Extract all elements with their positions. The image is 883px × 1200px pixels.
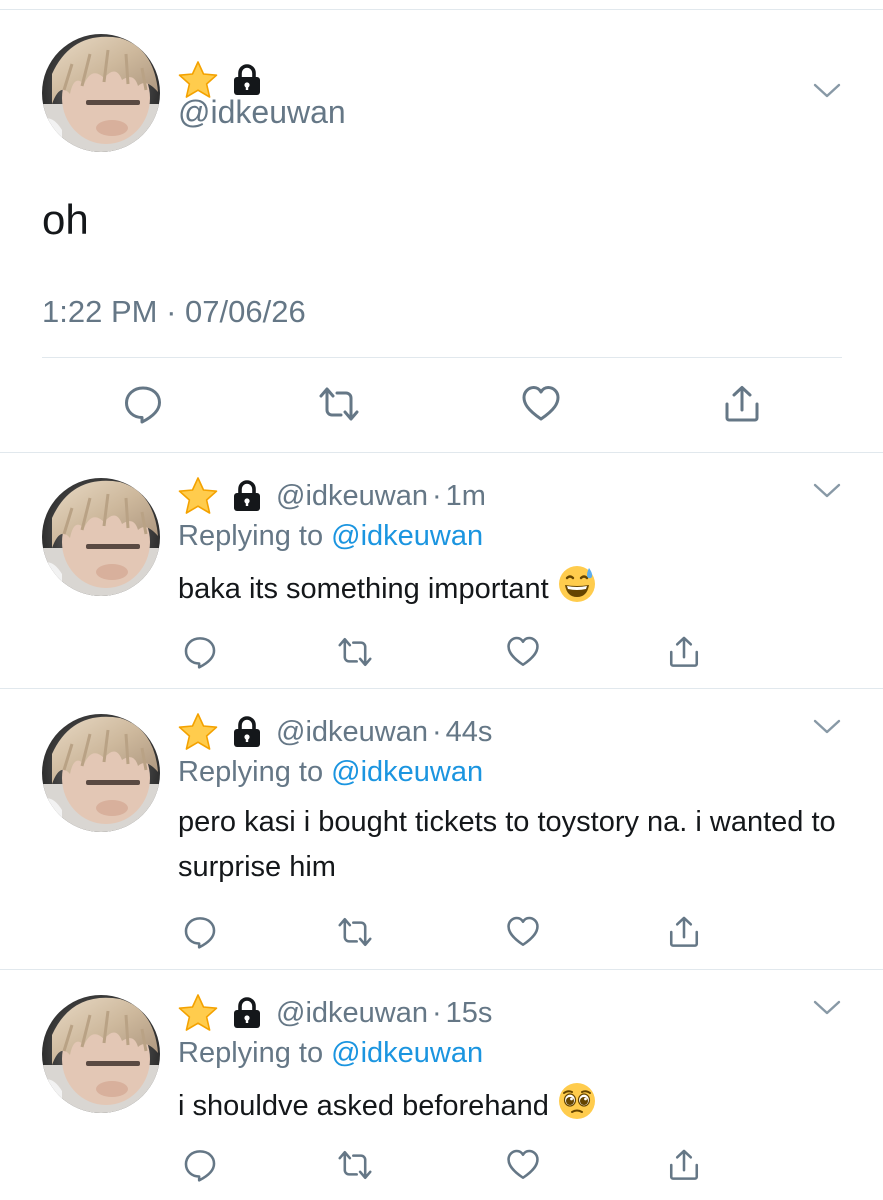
lock-icon — [232, 997, 262, 1029]
retweet-icon[interactable] — [335, 912, 375, 952]
chevron-down-icon[interactable] — [812, 482, 842, 505]
divider — [42, 357, 842, 358]
reply-icon[interactable] — [180, 912, 220, 952]
meta-separator: · — [166, 294, 177, 329]
tweet-actions — [0, 632, 883, 672]
tweet-actions — [0, 912, 883, 952]
avatar[interactable] — [42, 995, 160, 1113]
reply-text: baka its something important — [178, 573, 549, 605]
replying-to-mention[interactable]: @idkeuwan — [331, 1037, 483, 1069]
like-icon[interactable] — [503, 632, 543, 672]
header-separator: · — [431, 479, 442, 512]
like-icon[interactable] — [503, 912, 543, 952]
tweet-actions — [0, 382, 883, 432]
star-icon — [178, 712, 218, 752]
reply-header: @idkeuwan · 15s — [178, 993, 492, 1033]
reply-text-block: pero kasi i bought tickets to toystory n… — [178, 800, 838, 890]
header-separator: · — [431, 715, 442, 748]
tweet-actions — [0, 1145, 883, 1185]
lock-icon — [232, 716, 262, 748]
reply-text-block: baka its something important — [178, 564, 838, 612]
reply-icon[interactable] — [180, 1145, 220, 1185]
user-handle[interactable]: @idkeuwan — [276, 997, 428, 1030]
grinning-face-with-sweat-icon — [557, 564, 597, 604]
replying-to-mention[interactable]: @idkeuwan — [331, 520, 483, 552]
main-tweet[interactable]: @idkeuwan oh 1:22 PM · 07/06/26 — [0, 10, 883, 453]
chevron-down-icon[interactable] — [812, 82, 842, 105]
reply-text-block: i shouldve asked beforehand — [178, 1081, 838, 1129]
reply-header: @idkeuwan · 1m — [178, 476, 486, 516]
pleading-face-icon — [557, 1081, 597, 1121]
replying-to-label: Replying to — [178, 756, 332, 788]
share-icon[interactable] — [664, 632, 704, 672]
replying-to: Replying to @idkeuwan — [178, 520, 483, 553]
lock-icon — [232, 480, 262, 512]
replying-to-label: Replying to — [178, 1037, 332, 1069]
chevron-down-icon[interactable] — [812, 718, 842, 741]
share-icon[interactable] — [664, 1145, 704, 1185]
user-handle[interactable]: @idkeuwan — [276, 480, 428, 513]
like-icon[interactable] — [503, 1145, 543, 1185]
share-icon[interactable] — [720, 382, 764, 426]
retweet-icon[interactable] — [317, 382, 361, 426]
reply-text: pero kasi i bought tickets to toystory n… — [178, 806, 836, 883]
avatar[interactable] — [42, 34, 160, 152]
user-handle[interactable]: @idkeuwan — [178, 94, 346, 131]
replying-to: Replying to @idkeuwan — [178, 1037, 483, 1070]
reply-icon[interactable] — [180, 632, 220, 672]
replying-to-label: Replying to — [178, 520, 332, 552]
avatar[interactable] — [42, 714, 160, 832]
lock-icon — [232, 64, 262, 96]
reply-header: @idkeuwan · 44s — [178, 712, 492, 752]
tweet-age[interactable]: 15s — [446, 997, 493, 1030]
star-icon — [178, 476, 218, 516]
avatar[interactable] — [42, 478, 160, 596]
user-handle[interactable]: @idkeuwan — [276, 716, 428, 749]
reply-tweet[interactable]: @idkeuwan · 15s Replying to @idkeuwan i … — [0, 971, 883, 1200]
tweet-age[interactable]: 44s — [446, 716, 493, 749]
retweet-icon[interactable] — [335, 632, 375, 672]
reply-tweet[interactable]: @idkeuwan · 1m Replying to @idkeuwan bak… — [0, 454, 883, 689]
tweet-time: 1:22 PM — [42, 294, 158, 329]
reply-icon[interactable] — [121, 382, 165, 426]
tweet-date: 07/06/26 — [185, 294, 306, 329]
header-separator: · — [431, 996, 442, 1029]
reply-tweet[interactable]: @idkeuwan · 44s Replying to @idkeuwan pe… — [0, 690, 883, 970]
retweet-icon[interactable] — [335, 1145, 375, 1185]
replying-to-mention[interactable]: @idkeuwan — [331, 756, 483, 788]
replying-to: Replying to @idkeuwan — [178, 756, 483, 789]
tweet-timestamp: 1:22 PM · 07/06/26 — [42, 294, 306, 330]
tweet-age[interactable]: 1m — [446, 480, 486, 513]
share-icon[interactable] — [664, 912, 704, 952]
chevron-down-icon[interactable] — [812, 999, 842, 1022]
reply-text: i shouldve asked beforehand — [178, 1090, 549, 1122]
tweet-text: oh — [42, 196, 89, 243]
like-icon[interactable] — [519, 382, 563, 426]
star-icon — [178, 993, 218, 1033]
